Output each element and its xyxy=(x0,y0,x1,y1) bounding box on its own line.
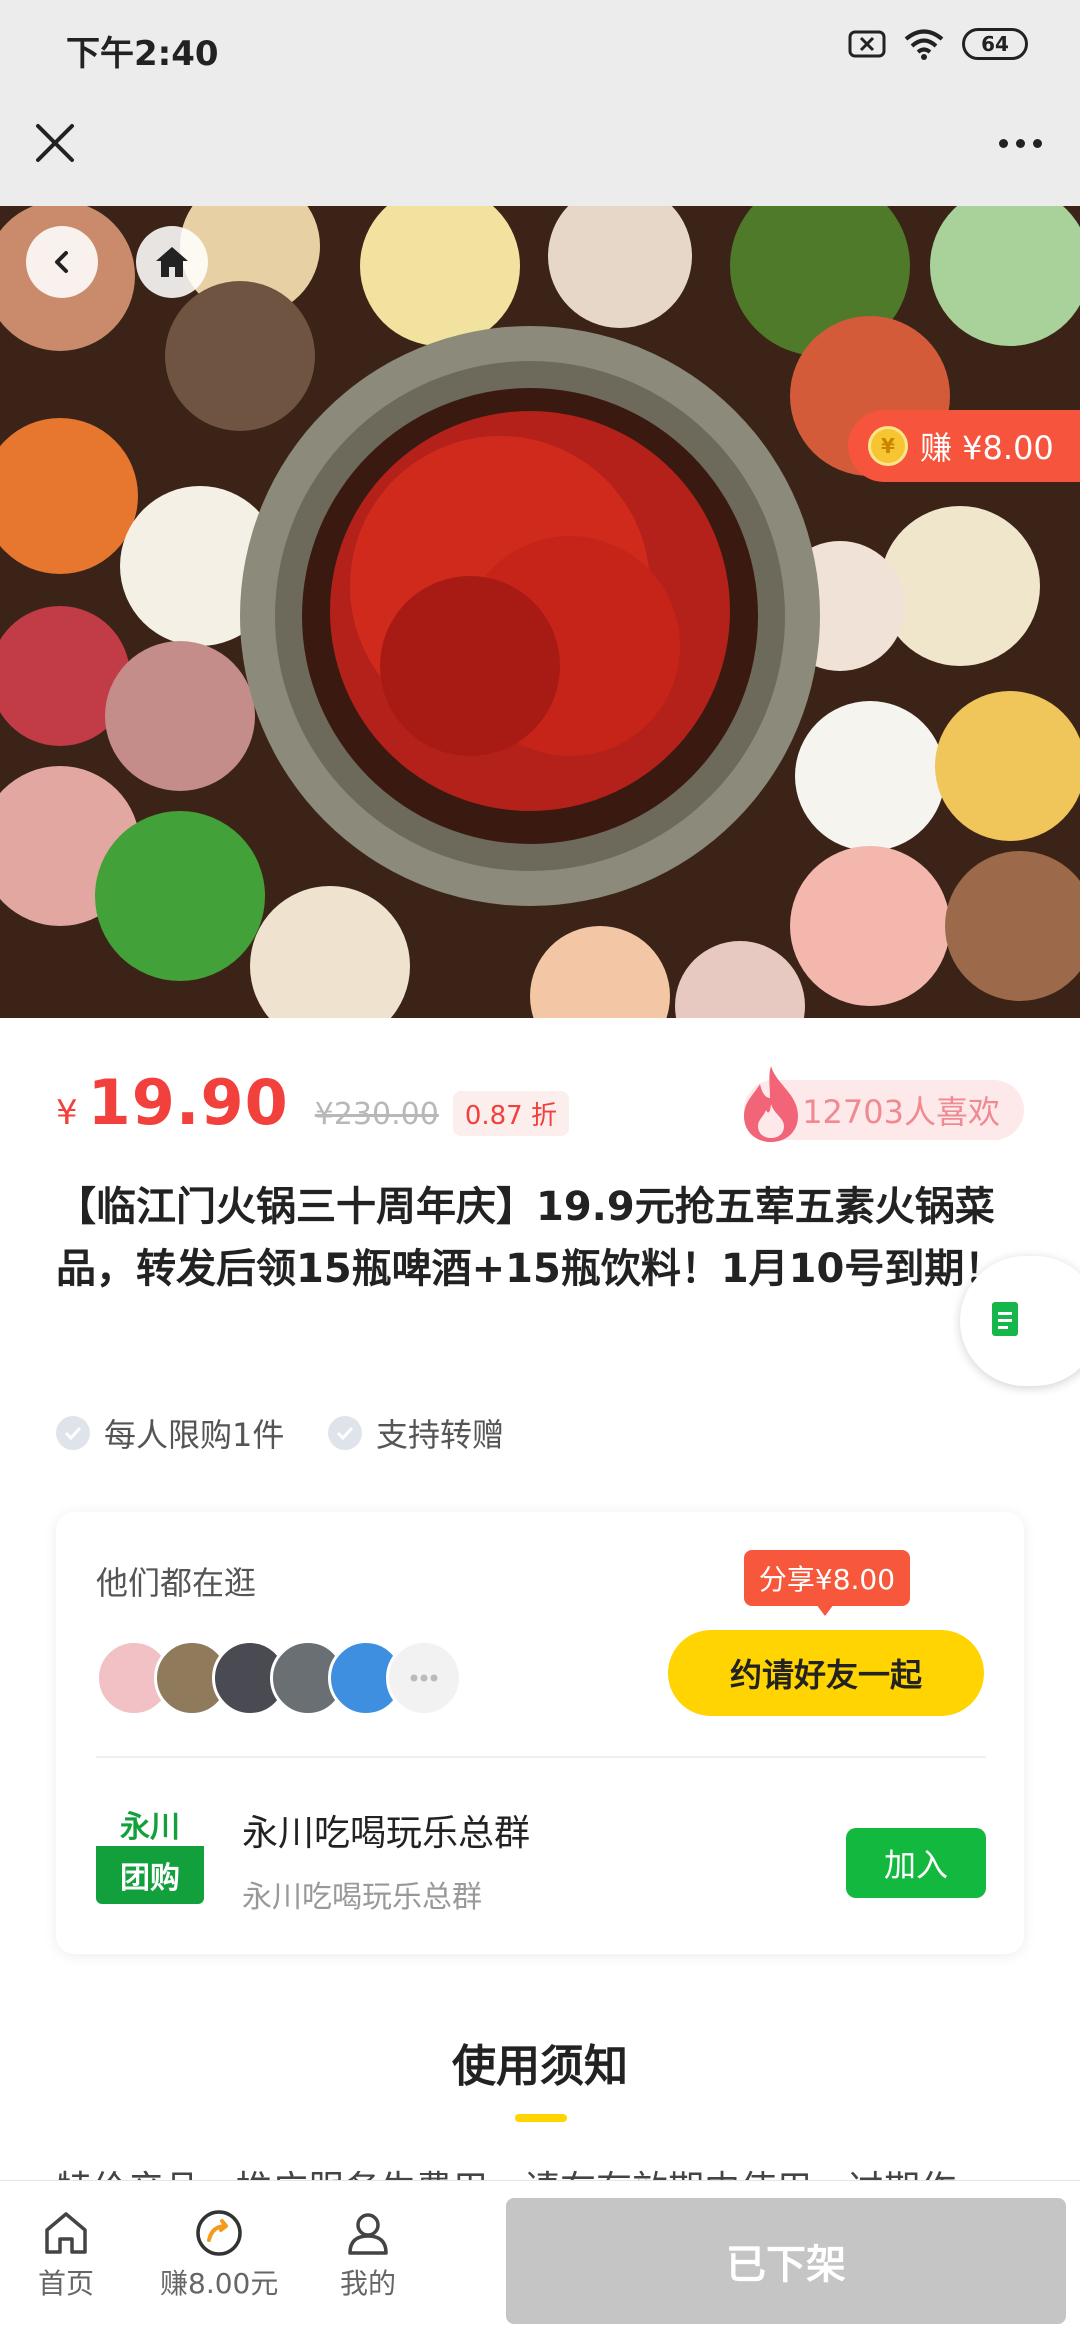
back-button[interactable] xyxy=(26,226,98,298)
share-reward-badge: 分享¥8.00 xyxy=(744,1550,910,1606)
product-hero-image xyxy=(0,206,1080,1018)
flame-icon xyxy=(744,1066,798,1142)
avatar-group[interactable] xyxy=(96,1640,462,1716)
home-outline-icon xyxy=(45,2212,87,2254)
join-group-button[interactable]: 加入 xyxy=(846,1828,986,1898)
user-icon xyxy=(348,2213,388,2255)
discount-badge: 0.87 折 xyxy=(452,1091,569,1136)
status-icons: 64 xyxy=(848,28,1028,60)
group-logo-line2: 团购 xyxy=(96,1846,204,1904)
transfer-support-label: 支持转赠 xyxy=(376,1416,505,1454)
usage-notice-title: 使用须知 xyxy=(452,2041,628,2092)
badge-pointer xyxy=(816,1604,834,1616)
title-underline xyxy=(515,2114,567,2122)
transfer-support-tag: 支持转赠 xyxy=(328,1410,504,1456)
nav-home[interactable]: 首页 xyxy=(38,2208,94,2302)
nav-mine[interactable]: 我的 xyxy=(340,2208,396,2302)
nav-mine-label: 我的 xyxy=(340,2267,397,2300)
nav-home-label: 首页 xyxy=(38,2267,95,2300)
off-shelf-button[interactable]: 已下架 xyxy=(506,2198,1066,2324)
earn-label: 赚 ¥8.00 xyxy=(920,429,1054,467)
check-icon xyxy=(56,1416,90,1450)
nav-earn[interactable]: 赚8.00元 xyxy=(160,2208,278,2302)
product-title: 【临江门火锅三十周年庆】19.9元抢五荤五素火锅菜品，转发后领15瓶啤酒+15瓶… xyxy=(56,1184,1005,1292)
sale-price: 19.90 xyxy=(87,1066,289,1139)
browsing-label: 他们都在逛 xyxy=(96,1564,257,1602)
nav-earn-label: 赚8.00元 xyxy=(160,2267,279,2300)
purchase-limit-label: 每人限购1件 xyxy=(104,1416,285,1454)
original-price: ¥230.00 xyxy=(314,1097,439,1132)
home-icon xyxy=(156,247,188,277)
invite-friends-button[interactable]: 约请好友一起 xyxy=(668,1630,984,1716)
more-avatars-icon xyxy=(386,1640,462,1716)
title-bar xyxy=(0,96,1080,206)
group-subtitle: 永川吃喝玩乐总群 xyxy=(242,1880,482,1915)
check-icon xyxy=(328,1416,362,1450)
group-name: 永川吃喝玩乐总群 xyxy=(242,1813,531,1854)
status-time: 下午2:40 xyxy=(66,34,219,74)
close-icon[interactable] xyxy=(30,118,80,168)
floating-doc-button[interactable] xyxy=(960,1256,1080,1386)
document-icon xyxy=(992,1302,1018,1336)
hotpot-illustration xyxy=(0,206,1080,1018)
currency-symbol: ¥ xyxy=(56,1093,78,1133)
group-logo-line1: 永川 xyxy=(120,1810,180,1845)
battery-icon: 64 xyxy=(962,28,1028,60)
purchase-limit-tag: 每人限购1件 xyxy=(56,1410,284,1456)
home-button[interactable] xyxy=(136,226,208,298)
wifi-icon xyxy=(904,29,944,60)
sim-error-icon xyxy=(848,30,886,58)
share-earn-icon xyxy=(196,2210,242,2256)
price-row: ¥ 19.90 ¥230.00 0.87 折 xyxy=(56,1066,569,1139)
chevron-left-icon xyxy=(55,251,68,273)
coin-icon: ¥ xyxy=(868,426,908,466)
more-options-button[interactable] xyxy=(990,118,1050,168)
group-logo: 永川 团购 xyxy=(96,1796,204,1904)
card-divider xyxy=(96,1756,986,1758)
earn-commission-tag[interactable]: ¥ 赚 ¥8.00 xyxy=(848,410,1080,482)
